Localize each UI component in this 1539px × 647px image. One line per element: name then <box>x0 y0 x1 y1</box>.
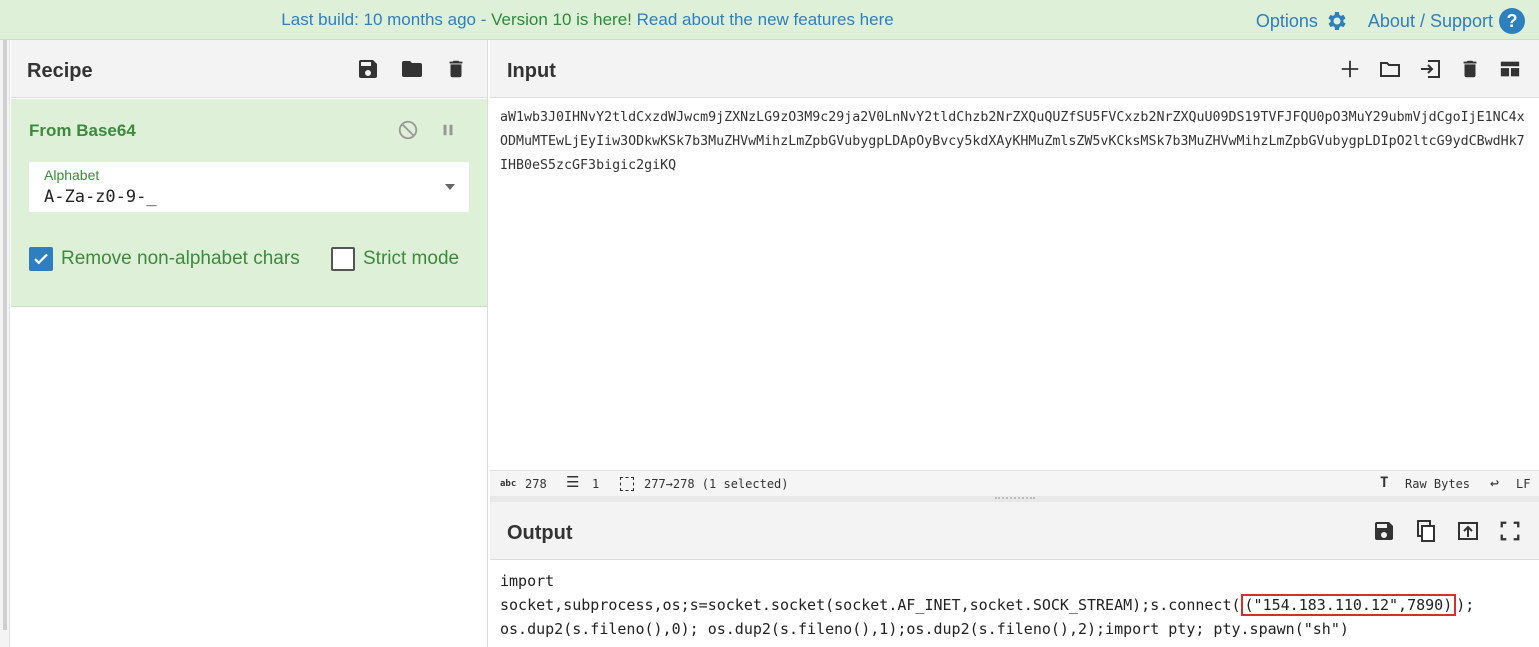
highlighted-ip-port[interactable]: ("154.183.110.12",7890) <box>1240 594 1457 616</box>
char-count: 278 <box>525 477 547 491</box>
from-base64-operation[interactable]: From Base64 Alphabet A-Za-z0-9-_ Remove … <box>11 99 487 307</box>
trash-icon[interactable] <box>443 56 469 82</box>
alphabet-label: Alphabet <box>44 167 100 183</box>
folder-open-icon[interactable] <box>1377 56 1403 82</box>
maximize-icon[interactable] <box>1497 518 1523 544</box>
encoding-label[interactable]: Raw Bytes <box>1405 477 1470 491</box>
features-link[interactable]: Read about the new features here <box>632 10 894 29</box>
input-title: Input <box>507 60 556 82</box>
layout-icon[interactable] <box>1497 56 1523 82</box>
operation-title: From Base64 <box>29 121 136 140</box>
gear-icon[interactable] <box>1324 9 1348 33</box>
checkbox-checked-icon[interactable] <box>29 247 53 271</box>
folder-icon[interactable] <box>399 56 425 82</box>
text-format-icon[interactable]: T <box>1380 475 1388 491</box>
output-title: Output <box>507 522 573 544</box>
input-status-bar: abc 278 ☰ 1 277→278 (1 selected) T Raw B… <box>490 470 1539 496</box>
output-line-2-before[interactable]: socket,subprocess,os;s=socket.socket(soc… <box>500 596 1241 614</box>
lines-icon: ☰ <box>566 473 580 491</box>
input-header: Input <box>490 40 1539 98</box>
help-icon[interactable]: ? <box>1499 8 1525 34</box>
pause-icon[interactable] <box>435 117 461 143</box>
recipe-header: Recipe <box>11 40 487 98</box>
chevron-down-icon[interactable] <box>445 184 455 190</box>
line-count: 1 <box>592 477 600 491</box>
selection-info: 277→278 (1 selected) <box>644 477 789 491</box>
strict-mode-label[interactable]: Strict mode <box>363 248 459 270</box>
options-link[interactable]: Options <box>1256 11 1318 32</box>
build-message[interactable]: Last build: 10 months ago - Version 10 i… <box>0 10 1175 30</box>
recipe-title: Recipe <box>27 60 93 82</box>
left-scrollbar[interactable] <box>3 40 7 630</box>
strict-mode-checkbox[interactable]: Strict mode <box>331 247 459 271</box>
about-support-link[interactable]: About / Support <box>1368 11 1493 32</box>
selection-icon <box>620 477 634 491</box>
output-header: Output <box>490 502 1539 560</box>
output-line-2[interactable]: socket,subprocess,os;s=socket.socket(soc… <box>500 593 1532 617</box>
output-line-2-after[interactable]: ); <box>1456 596 1474 614</box>
remove-nonalpha-label[interactable]: Remove non-alphabet chars <box>61 248 300 270</box>
input-textarea[interactable]: aW1wb3J0IHNvY2tldCxzdWJwcm9jZXNzLG9zO3M9… <box>500 106 1532 178</box>
replace-input-icon[interactable] <box>1455 518 1481 544</box>
output-line-3[interactable]: os.dup2(s.fileno(),0); os.dup2(s.fileno(… <box>500 617 1532 641</box>
disable-icon[interactable] <box>395 117 421 143</box>
eol-label[interactable]: LF <box>1516 477 1530 491</box>
clear-input-trash-icon[interactable] <box>1457 56 1483 82</box>
io-panel: Input aW1wb3J0IHNvY2tldCxzdWJwcm9jZXNzLG… <box>490 40 1539 647</box>
add-icon[interactable] <box>1337 56 1363 82</box>
eol-icon[interactable]: ↩ <box>1490 474 1499 492</box>
alphabet-select[interactable]: Alphabet A-Za-z0-9-_ <box>29 162 469 212</box>
save-icon[interactable] <box>355 56 381 82</box>
version-text[interactable]: Version 10 is here! <box>491 10 632 29</box>
output-textarea[interactable]: import socket,subprocess,os;s=socket.soc… <box>500 569 1532 641</box>
checkbox-unchecked-icon[interactable] <box>331 247 355 271</box>
banner-actions: Options About / Support ? <box>1256 8 1525 34</box>
alphabet-value[interactable]: A-Za-z0-9-_ <box>44 187 157 207</box>
recipe-panel: Recipe From Base64 Alphabet A-Za-z0-9-_ … <box>11 40 488 647</box>
chars-icon: abc <box>500 479 517 489</box>
copy-icon[interactable] <box>1413 518 1439 544</box>
left-edge-gutter <box>0 40 10 647</box>
build-age-text[interactable]: Last build: 10 months ago - <box>281 10 491 29</box>
remove-nonalpha-checkbox[interactable]: Remove non-alphabet chars <box>29 247 300 271</box>
save-output-icon[interactable] <box>1371 518 1397 544</box>
import-file-icon[interactable] <box>1417 56 1443 82</box>
top-banner: Last build: 10 months ago - Version 10 i… <box>0 0 1539 40</box>
output-line-1[interactable]: import <box>500 569 1532 593</box>
